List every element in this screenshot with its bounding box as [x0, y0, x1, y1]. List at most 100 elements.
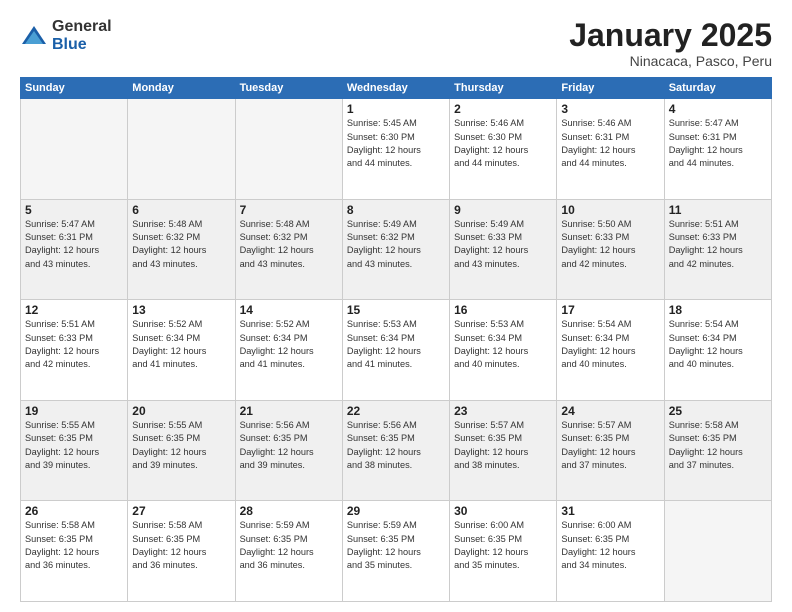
calendar-week-row: 1Sunrise: 5:45 AMSunset: 6:30 PMDaylight…: [21, 99, 772, 200]
col-wednesday: Wednesday: [342, 78, 449, 99]
table-row: 29Sunrise: 5:59 AMSunset: 6:35 PMDayligh…: [342, 501, 449, 602]
table-row: 9Sunrise: 5:49 AMSunset: 6:33 PMDaylight…: [450, 199, 557, 300]
day-number: 13: [132, 303, 230, 317]
day-number: 12: [25, 303, 123, 317]
table-row: 3Sunrise: 5:46 AMSunset: 6:31 PMDaylight…: [557, 99, 664, 200]
day-info: Sunrise: 5:51 AMSunset: 6:33 PMDaylight:…: [25, 318, 123, 371]
table-row: [235, 99, 342, 200]
table-row: 20Sunrise: 5:55 AMSunset: 6:35 PMDayligh…: [128, 400, 235, 501]
day-info: Sunrise: 5:59 AMSunset: 6:35 PMDaylight:…: [240, 519, 338, 572]
logo: General Blue: [20, 18, 112, 53]
day-info: Sunrise: 6:00 AMSunset: 6:35 PMDaylight:…: [454, 519, 552, 572]
day-number: 23: [454, 404, 552, 418]
table-row: 7Sunrise: 5:48 AMSunset: 6:32 PMDaylight…: [235, 199, 342, 300]
calendar-header-row: Sunday Monday Tuesday Wednesday Thursday…: [21, 78, 772, 99]
day-number: 21: [240, 404, 338, 418]
day-info: Sunrise: 5:58 AMSunset: 6:35 PMDaylight:…: [132, 519, 230, 572]
day-info: Sunrise: 5:58 AMSunset: 6:35 PMDaylight:…: [669, 419, 767, 472]
day-number: 22: [347, 404, 445, 418]
col-thursday: Thursday: [450, 78, 557, 99]
calendar-week-row: 26Sunrise: 5:58 AMSunset: 6:35 PMDayligh…: [21, 501, 772, 602]
day-number: 28: [240, 504, 338, 518]
day-info: Sunrise: 5:52 AMSunset: 6:34 PMDaylight:…: [240, 318, 338, 371]
table-row: 11Sunrise: 5:51 AMSunset: 6:33 PMDayligh…: [664, 199, 771, 300]
col-saturday: Saturday: [664, 78, 771, 99]
day-number: 19: [25, 404, 123, 418]
table-row: 21Sunrise: 5:56 AMSunset: 6:35 PMDayligh…: [235, 400, 342, 501]
day-info: Sunrise: 5:46 AMSunset: 6:31 PMDaylight:…: [561, 117, 659, 170]
day-info: Sunrise: 5:54 AMSunset: 6:34 PMDaylight:…: [561, 318, 659, 371]
day-info: Sunrise: 5:57 AMSunset: 6:35 PMDaylight:…: [561, 419, 659, 472]
logo-text: General Blue: [52, 18, 112, 53]
day-info: Sunrise: 5:52 AMSunset: 6:34 PMDaylight:…: [132, 318, 230, 371]
day-number: 9: [454, 203, 552, 217]
title-block: January 2025 Ninacaca, Pasco, Peru: [569, 18, 772, 69]
table-row: [664, 501, 771, 602]
day-number: 30: [454, 504, 552, 518]
table-row: 4Sunrise: 5:47 AMSunset: 6:31 PMDaylight…: [664, 99, 771, 200]
calendar-subtitle: Ninacaca, Pasco, Peru: [569, 53, 772, 69]
day-info: Sunrise: 5:53 AMSunset: 6:34 PMDaylight:…: [454, 318, 552, 371]
day-number: 7: [240, 203, 338, 217]
table-row: 13Sunrise: 5:52 AMSunset: 6:34 PMDayligh…: [128, 300, 235, 401]
page: General Blue January 2025 Ninacaca, Pasc…: [0, 0, 792, 612]
calendar-week-row: 19Sunrise: 5:55 AMSunset: 6:35 PMDayligh…: [21, 400, 772, 501]
day-number: 1: [347, 102, 445, 116]
day-number: 31: [561, 504, 659, 518]
day-number: 4: [669, 102, 767, 116]
table-row: 8Sunrise: 5:49 AMSunset: 6:32 PMDaylight…: [342, 199, 449, 300]
day-number: 8: [347, 203, 445, 217]
day-number: 16: [454, 303, 552, 317]
col-tuesday: Tuesday: [235, 78, 342, 99]
day-info: Sunrise: 5:56 AMSunset: 6:35 PMDaylight:…: [347, 419, 445, 472]
day-number: 29: [347, 504, 445, 518]
logo-icon: [20, 22, 48, 50]
day-info: Sunrise: 5:46 AMSunset: 6:30 PMDaylight:…: [454, 117, 552, 170]
day-number: 14: [240, 303, 338, 317]
table-row: 5Sunrise: 5:47 AMSunset: 6:31 PMDaylight…: [21, 199, 128, 300]
day-info: Sunrise: 5:57 AMSunset: 6:35 PMDaylight:…: [454, 419, 552, 472]
day-info: Sunrise: 5:56 AMSunset: 6:35 PMDaylight:…: [240, 419, 338, 472]
table-row: 23Sunrise: 5:57 AMSunset: 6:35 PMDayligh…: [450, 400, 557, 501]
table-row: 10Sunrise: 5:50 AMSunset: 6:33 PMDayligh…: [557, 199, 664, 300]
day-number: 18: [669, 303, 767, 317]
day-info: Sunrise: 5:59 AMSunset: 6:35 PMDaylight:…: [347, 519, 445, 572]
table-row: 26Sunrise: 5:58 AMSunset: 6:35 PMDayligh…: [21, 501, 128, 602]
table-row: 15Sunrise: 5:53 AMSunset: 6:34 PMDayligh…: [342, 300, 449, 401]
table-row: 16Sunrise: 5:53 AMSunset: 6:34 PMDayligh…: [450, 300, 557, 401]
day-info: Sunrise: 5:48 AMSunset: 6:32 PMDaylight:…: [240, 218, 338, 271]
day-info: Sunrise: 5:51 AMSunset: 6:33 PMDaylight:…: [669, 218, 767, 271]
day-info: Sunrise: 5:47 AMSunset: 6:31 PMDaylight:…: [669, 117, 767, 170]
table-row: [21, 99, 128, 200]
day-number: 24: [561, 404, 659, 418]
day-info: Sunrise: 5:55 AMSunset: 6:35 PMDaylight:…: [25, 419, 123, 472]
col-monday: Monday: [128, 78, 235, 99]
table-row: 1Sunrise: 5:45 AMSunset: 6:30 PMDaylight…: [342, 99, 449, 200]
table-row: 17Sunrise: 5:54 AMSunset: 6:34 PMDayligh…: [557, 300, 664, 401]
table-row: 31Sunrise: 6:00 AMSunset: 6:35 PMDayligh…: [557, 501, 664, 602]
day-info: Sunrise: 5:49 AMSunset: 6:32 PMDaylight:…: [347, 218, 445, 271]
day-number: 2: [454, 102, 552, 116]
day-info: Sunrise: 5:58 AMSunset: 6:35 PMDaylight:…: [25, 519, 123, 572]
day-number: 15: [347, 303, 445, 317]
day-info: Sunrise: 5:45 AMSunset: 6:30 PMDaylight:…: [347, 117, 445, 170]
day-info: Sunrise: 5:55 AMSunset: 6:35 PMDaylight:…: [132, 419, 230, 472]
day-info: Sunrise: 6:00 AMSunset: 6:35 PMDaylight:…: [561, 519, 659, 572]
col-sunday: Sunday: [21, 78, 128, 99]
table-row: 14Sunrise: 5:52 AMSunset: 6:34 PMDayligh…: [235, 300, 342, 401]
day-info: Sunrise: 5:48 AMSunset: 6:32 PMDaylight:…: [132, 218, 230, 271]
table-row: 22Sunrise: 5:56 AMSunset: 6:35 PMDayligh…: [342, 400, 449, 501]
table-row: [128, 99, 235, 200]
day-info: Sunrise: 5:54 AMSunset: 6:34 PMDaylight:…: [669, 318, 767, 371]
table-row: 28Sunrise: 5:59 AMSunset: 6:35 PMDayligh…: [235, 501, 342, 602]
table-row: 6Sunrise: 5:48 AMSunset: 6:32 PMDaylight…: [128, 199, 235, 300]
table-row: 24Sunrise: 5:57 AMSunset: 6:35 PMDayligh…: [557, 400, 664, 501]
day-number: 10: [561, 203, 659, 217]
day-number: 6: [132, 203, 230, 217]
col-friday: Friday: [557, 78, 664, 99]
day-info: Sunrise: 5:53 AMSunset: 6:34 PMDaylight:…: [347, 318, 445, 371]
day-number: 20: [132, 404, 230, 418]
calendar-week-row: 12Sunrise: 5:51 AMSunset: 6:33 PMDayligh…: [21, 300, 772, 401]
calendar-week-row: 5Sunrise: 5:47 AMSunset: 6:31 PMDaylight…: [21, 199, 772, 300]
table-row: 30Sunrise: 6:00 AMSunset: 6:35 PMDayligh…: [450, 501, 557, 602]
